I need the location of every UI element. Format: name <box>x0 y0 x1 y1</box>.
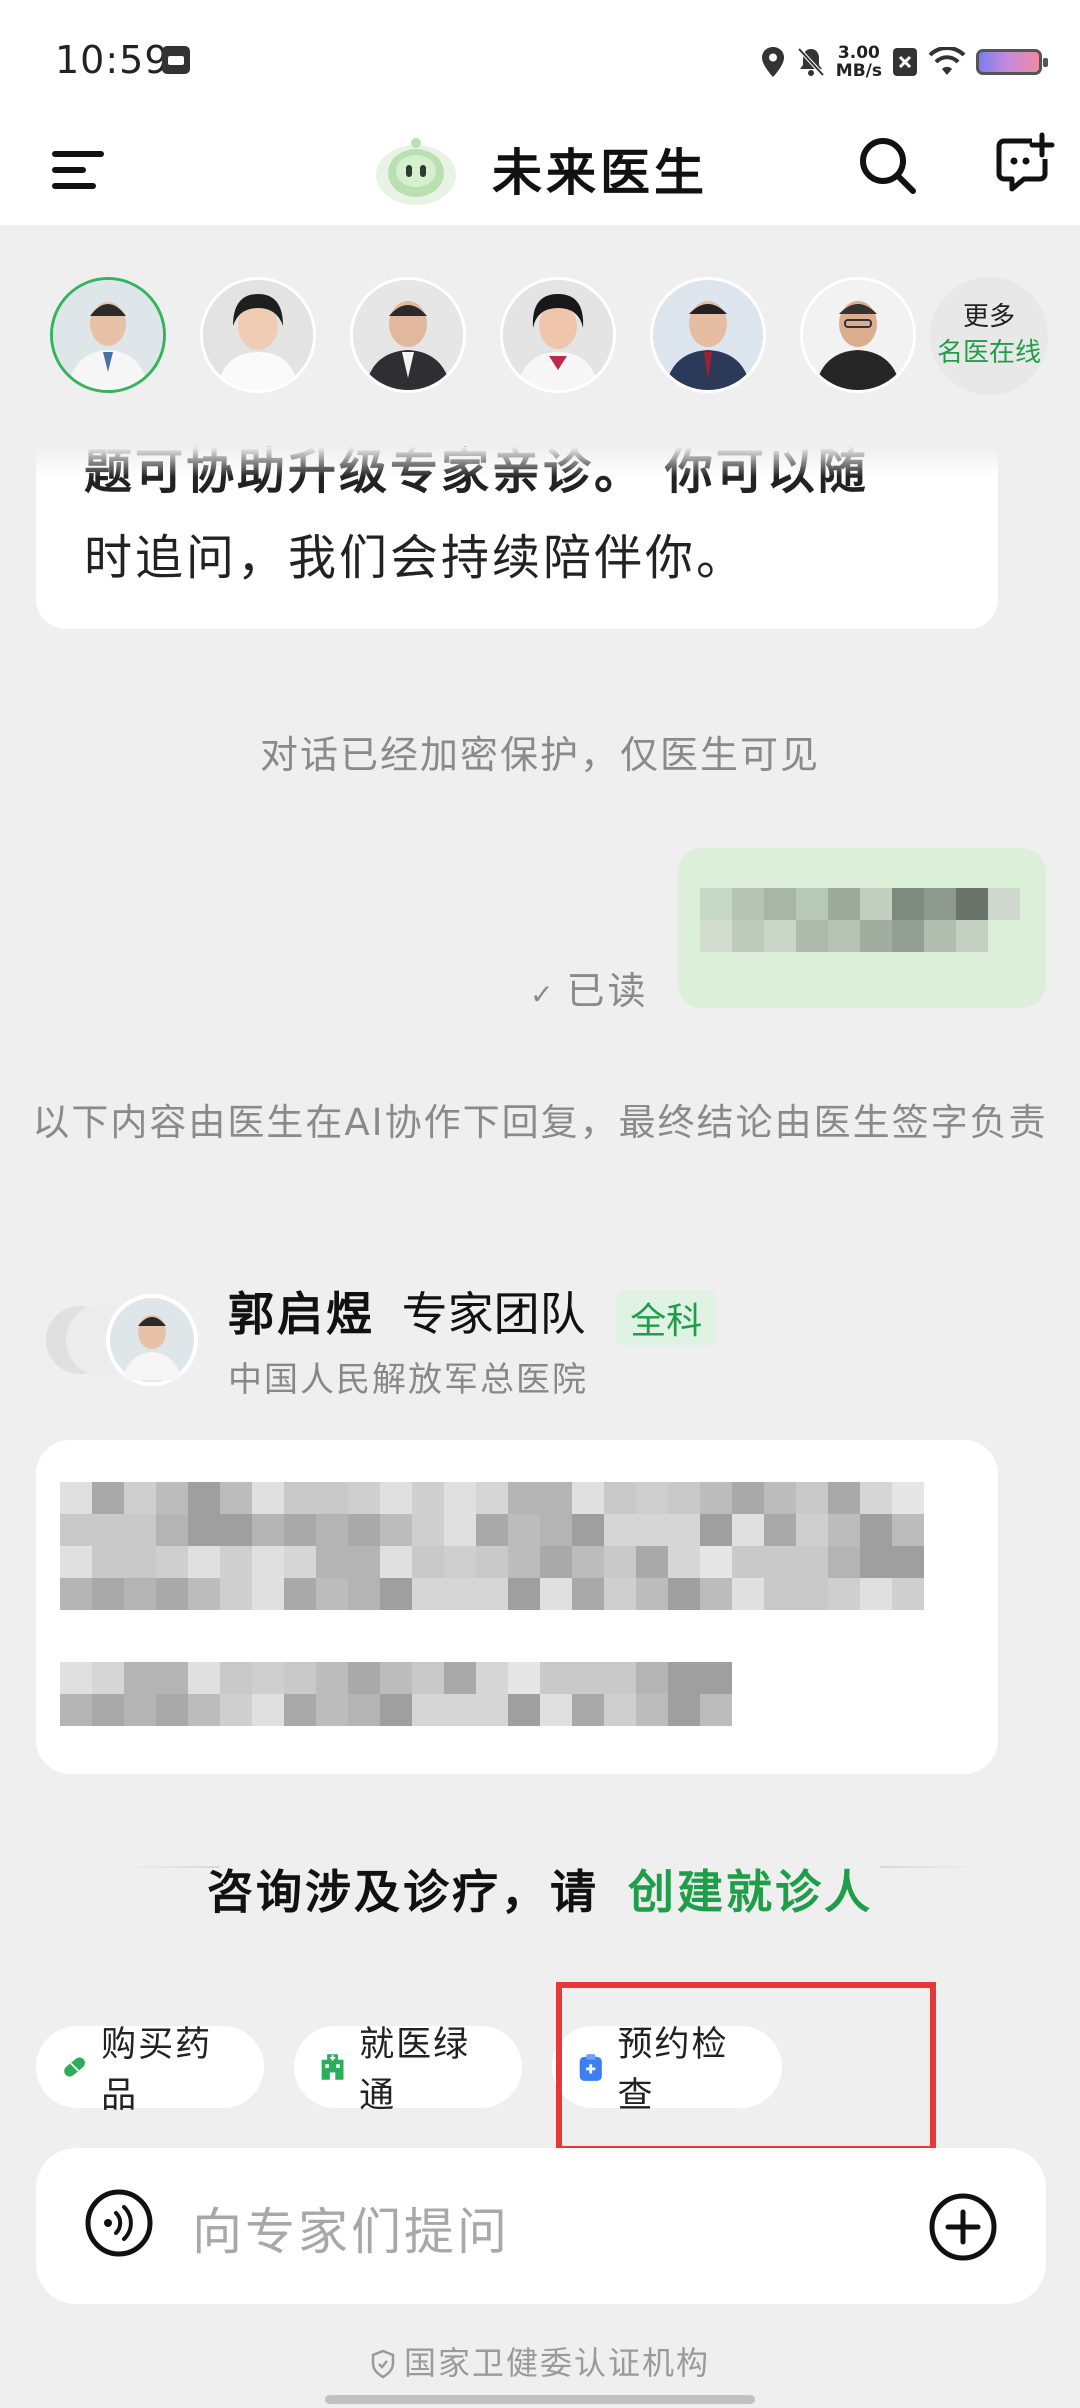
encryption-notice: 对话已经加密保护，仅医生可见 <box>259 733 820 777</box>
doctor-name: 郭启煜 <box>228 1287 375 1341</box>
green-channel-chip[interactable]: 就医绿通 <box>294 2025 522 2116</box>
net-speed-unit: MB/s <box>835 61 882 81</box>
expert-strip: 更多 名医在线 <box>0 225 1080 447</box>
mute-bell-icon <box>797 47 825 77</box>
wifi-icon <box>928 47 966 75</box>
shield-icon <box>371 2349 395 2379</box>
previous-message-line2: 时追问，我们会持续陪伴你。 <box>84 530 748 586</box>
team-title[interactable]: 郭启煜 专家团队 全科 <box>228 1278 717 1346</box>
app-title: 未来医生 <box>492 144 708 202</box>
check-icon: ✓ <box>530 978 557 1011</box>
expert-avatar[interactable] <box>200 277 316 393</box>
more-experts-button[interactable]: 更多 名医在线 <box>930 277 1048 395</box>
status-icons: 3.00 MB/s <box>760 40 1048 84</box>
expert-avatar[interactable] <box>350 277 466 393</box>
app-logo-icon <box>376 138 456 205</box>
hospital-name: 中国人民解放军总医院 <box>228 1360 588 1400</box>
read-receipt: ✓ 已读 <box>530 960 648 1015</box>
message-input-bar: 向专家们提问 <box>36 2148 1046 2304</box>
net-speed-value: 3.00 <box>837 43 880 63</box>
net-speed: 3.00 MB/s <box>836 44 882 80</box>
scroll-fade <box>0 447 1080 477</box>
read-status-text: 已读 <box>566 969 649 1013</box>
buy-medicine-label: 购买药品 <box>101 2025 213 2116</box>
green-channel-label: 就医绿通 <box>359 2025 471 2116</box>
expert-avatar[interactable] <box>50 277 166 393</box>
create-patient-prompt: 咨询涉及诊疗，请 创建就诊人 <box>0 1856 1080 1922</box>
add-attachment-icon[interactable] <box>928 2192 998 2262</box>
doctor-reply-card[interactable] <box>36 1440 998 1774</box>
user-message-bubble[interactable] <box>678 848 1046 1008</box>
expert-avatar[interactable] <box>500 277 616 393</box>
department-badge: 全科 <box>616 1289 717 1346</box>
team-avatar-stack[interactable] <box>40 1288 210 1388</box>
expert-avatar[interactable] <box>650 277 766 393</box>
create-patient-link[interactable]: 创建就诊人 <box>628 1865 873 1919</box>
buy-medicine-chip[interactable]: 购买药品 <box>36 2025 264 2116</box>
certification-text: 国家卫健委认证机构 <box>403 2344 710 2382</box>
status-bar: 10:59 3.00 MB/s <box>0 0 1080 125</box>
pixelated-reply-content <box>60 1482 924 1726</box>
create-prompt-text: 咨询涉及诊疗，请 <box>206 1865 599 1919</box>
question-input[interactable]: 向专家们提问 <box>192 2192 510 2264</box>
notification-icon <box>162 46 190 74</box>
highlight-box <box>556 1982 936 2152</box>
home-indicator[interactable] <box>325 2395 755 2404</box>
team-suffix: 专家团队 <box>401 1287 586 1341</box>
app-header: 未来医生 <box>0 125 1080 225</box>
search-icon[interactable] <box>855 133 919 197</box>
menu-icon[interactable] <box>52 147 108 193</box>
voice-input-icon[interactable] <box>84 2188 154 2258</box>
ai-collaboration-note: 以下内容由医生在AI协作下回复，最终结论由医生签字负责 <box>32 1101 1048 1144</box>
pixelated-message-content <box>700 888 1020 952</box>
expert-avatar[interactable] <box>800 277 916 393</box>
new-chat-icon[interactable] <box>992 131 1056 195</box>
hospital-icon <box>321 2054 344 2080</box>
sim-blocked-icon <box>893 48 917 76</box>
status-time: 10:59 <box>55 38 170 82</box>
battery-icon <box>976 49 1048 75</box>
pill-icon <box>64 2057 85 2077</box>
certification-footer: 国家卫健委认证机构 <box>0 2338 1080 2384</box>
more-experts-line2: 名医在线 <box>936 338 1041 368</box>
location-icon <box>761 47 784 77</box>
more-experts-line1: 更多 <box>962 302 1015 332</box>
